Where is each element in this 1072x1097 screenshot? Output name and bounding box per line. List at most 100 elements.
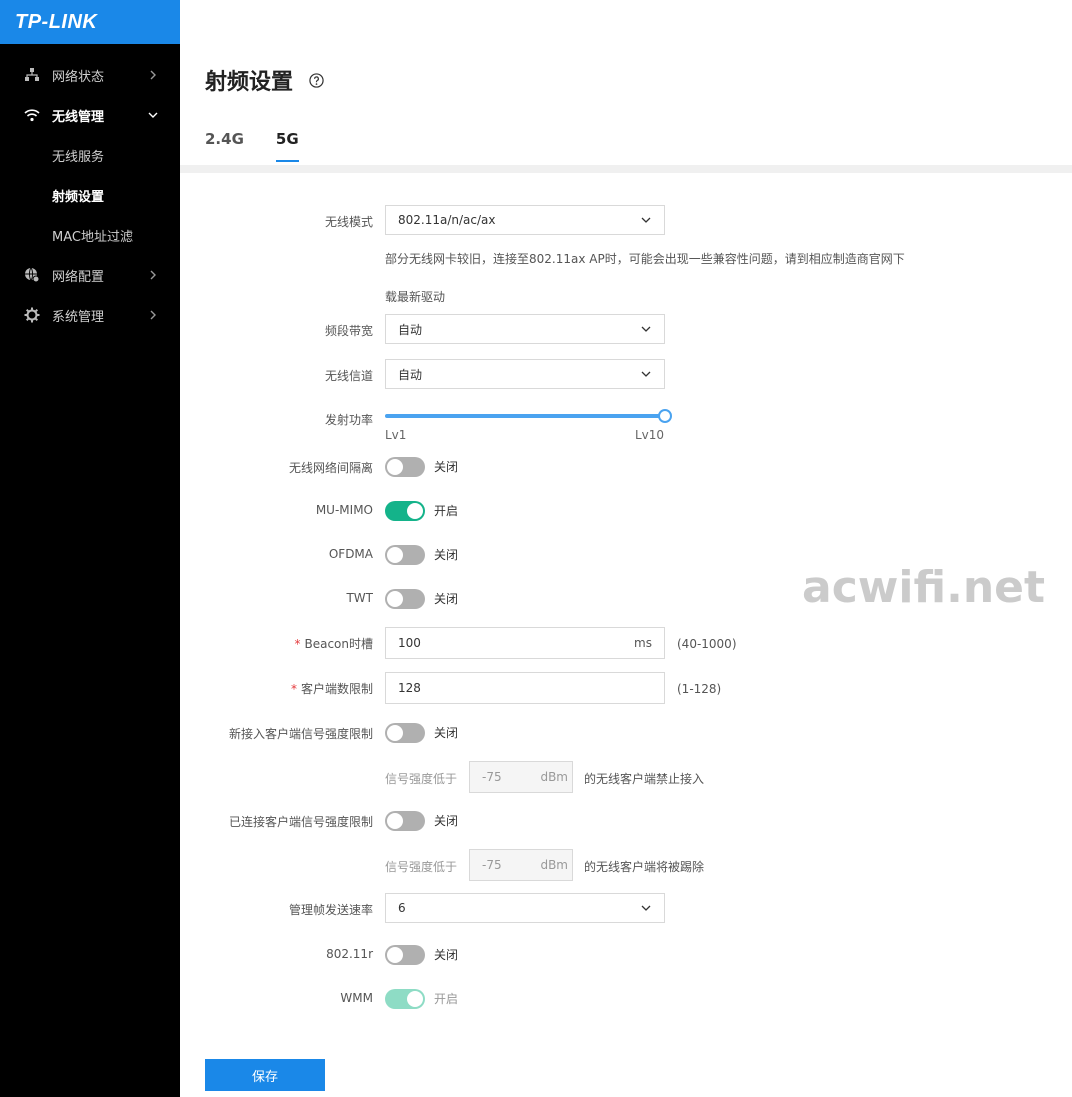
bandwidth-label: 频段带宽 [324,324,373,338]
new-client-rssi-input: -75 dBm [469,761,573,793]
network-topology-icon [24,67,40,83]
chevron-down-icon [641,326,651,332]
connected-client-rssi-toggle[interactable] [385,810,425,831]
wmm-control: 开启 [385,988,458,1009]
sidebar-item-label: 网络配置 [52,269,105,285]
new-client-rssi-suffix: 的无线客户端禁止接入 [584,772,705,786]
connected-client-rssi-suffix: 的无线客户端将被踢除 [584,860,705,874]
new-client-rssi-unit: dBm [540,770,568,784]
connected-client-rssi-label: 已连接客户端信号强度限制 [228,815,373,829]
dot11r-toggle[interactable] [385,944,425,965]
mgmt-rate-value: 6 [398,901,406,915]
new-client-rssi-sub-label: 信号强度低于 [385,772,458,786]
connected-client-rssi-state: 关闭 [434,814,459,828]
ofdma-control: 关闭 [385,544,458,565]
mu-mimo-state: 开启 [434,504,459,518]
mu-mimo-control: 开启 [385,500,458,521]
tx-power-min-label: Lv1 [385,428,407,442]
tab-5g[interactable]: 5G [275,130,299,162]
page-title: 射频设置 [205,70,294,95]
isolation-control: 关闭 [385,456,458,477]
ofdma-label: OFDMA [328,547,373,561]
new-client-rssi-value: -75 [482,770,502,784]
wmm-state: 开启 [434,992,459,1006]
tx-power-label: 发射功率 [324,413,373,427]
twt-control: 关闭 [385,588,458,609]
beacon-range: (40-1000) [677,637,737,651]
sidebar-subitem-wireless-service[interactable]: 无线服务 [0,135,180,175]
sidebar-item-network-status[interactable]: 网络状态 [0,55,180,95]
twt-toggle[interactable] [385,588,425,609]
beacon-label: * Beacon时槽 [294,635,373,652]
connected-client-rssi-input: -75 dBm [469,849,573,881]
help-icon[interactable] [309,72,324,88]
client-limit-input[interactable]: 128 [385,672,665,704]
connected-client-rssi-value: -75 [482,858,502,872]
isolation-label: 无线网络间隔离 [288,461,373,475]
connected-client-rssi-sub-label: 信号强度低于 [385,860,458,874]
chevron-down-icon [641,905,651,911]
brand-logo[interactable]: TP-LINK [15,11,97,34]
bandwidth-value: 自动 [398,322,423,337]
twt-state: 关闭 [434,592,459,606]
title-row: 射频设置 [205,64,324,96]
dot11r-state: 关闭 [434,948,459,962]
new-client-rssi-toggle[interactable] [385,722,425,743]
sidebar-item-label: 网络状态 [52,69,105,85]
tx-power-handle[interactable] [658,409,672,423]
band-tabs: 2.4G 5G [205,130,331,162]
sidebar-item-network-config[interactable]: 网络配置 [0,255,180,295]
globe-gear-icon [24,267,40,283]
sidebar-item-wireless[interactable]: 无线管理 [0,95,180,135]
sidebar: TP-LINK 网络状态 无线管理 无线服务 射频设置 MAC地址过滤 网络配置 [0,0,180,1097]
sidebar-nav: 网络状态 无线管理 无线服务 射频设置 MAC地址过滤 网络配置 系统管理 [0,55,180,335]
tab-2-4g[interactable]: 2.4G [205,130,244,162]
new-client-rssi-control: 关闭 [385,722,458,743]
mu-mimo-toggle[interactable] [385,500,425,521]
chevron-down-icon [641,217,651,223]
isolation-toggle[interactable] [385,456,425,477]
dot11r-control: 关闭 [385,944,458,965]
sidebar-item-system[interactable]: 系统管理 [0,295,180,335]
wmm-toggle [385,988,425,1009]
beacon-label-text: Beacon时槽 [304,637,373,651]
main-content: 射频设置 2.4G 5G 无线模式 802.11a/n/ac/ax 部分无线网卡… [180,0,1072,1097]
channel-value: 自动 [398,367,423,382]
channel-select[interactable]: 自动 [385,359,665,389]
client-limit-label: * 客户端数限制 [291,680,373,697]
mgmt-rate-select[interactable]: 6 [385,893,665,923]
chevron-right-icon [150,310,156,320]
beacon-input[interactable]: 100 ms [385,627,665,659]
wmm-label: WMM [340,991,373,1005]
watermark: acwifi.net [802,562,1046,613]
new-client-rssi-label: 新接入客户端信号强度限制 [228,727,373,741]
save-button[interactable]: 保存 [205,1059,325,1091]
isolation-state: 关闭 [434,460,459,474]
mgmt-rate-label: 管理帧发送速率 [288,903,373,917]
gear-icon [24,307,40,323]
wireless-mode-label: 无线模式 [324,215,373,229]
wireless-mode-value: 802.11a/n/ac/ax [398,213,496,227]
wifi-icon [24,107,40,123]
bandwidth-select[interactable]: 自动 [385,314,665,344]
required-mark: * [294,637,301,651]
new-client-rssi-state: 关闭 [434,726,459,740]
twt-label: TWT [346,591,373,605]
channel-label: 无线信道 [324,369,373,383]
sidebar-subitem-mac-filter[interactable]: MAC地址过滤 [0,215,180,255]
client-limit-range: (1-128) [677,682,722,696]
tx-power-track[interactable] [385,414,665,418]
client-limit-label-text: 客户端数限制 [300,682,373,696]
required-mark: * [290,682,297,696]
mu-mimo-label: MU-MIMO [315,503,373,517]
chevron-right-icon [150,270,156,280]
connected-client-rssi-control: 关闭 [385,810,458,831]
sidebar-item-label: 系统管理 [52,309,105,325]
chevron-down-icon [148,112,158,118]
wireless-mode-select[interactable]: 802.11a/n/ac/ax [385,205,665,235]
chevron-down-icon [641,371,651,377]
logo-bar: TP-LINK [0,0,180,44]
sidebar-subitem-radio-settings[interactable]: 射频设置 [0,175,180,215]
wireless-mode-hint: 部分无线网卡较旧，连接至802.11ax AP时，可能会出现一些兼容性问题，请到… [385,252,905,304]
ofdma-toggle[interactable] [385,544,425,565]
